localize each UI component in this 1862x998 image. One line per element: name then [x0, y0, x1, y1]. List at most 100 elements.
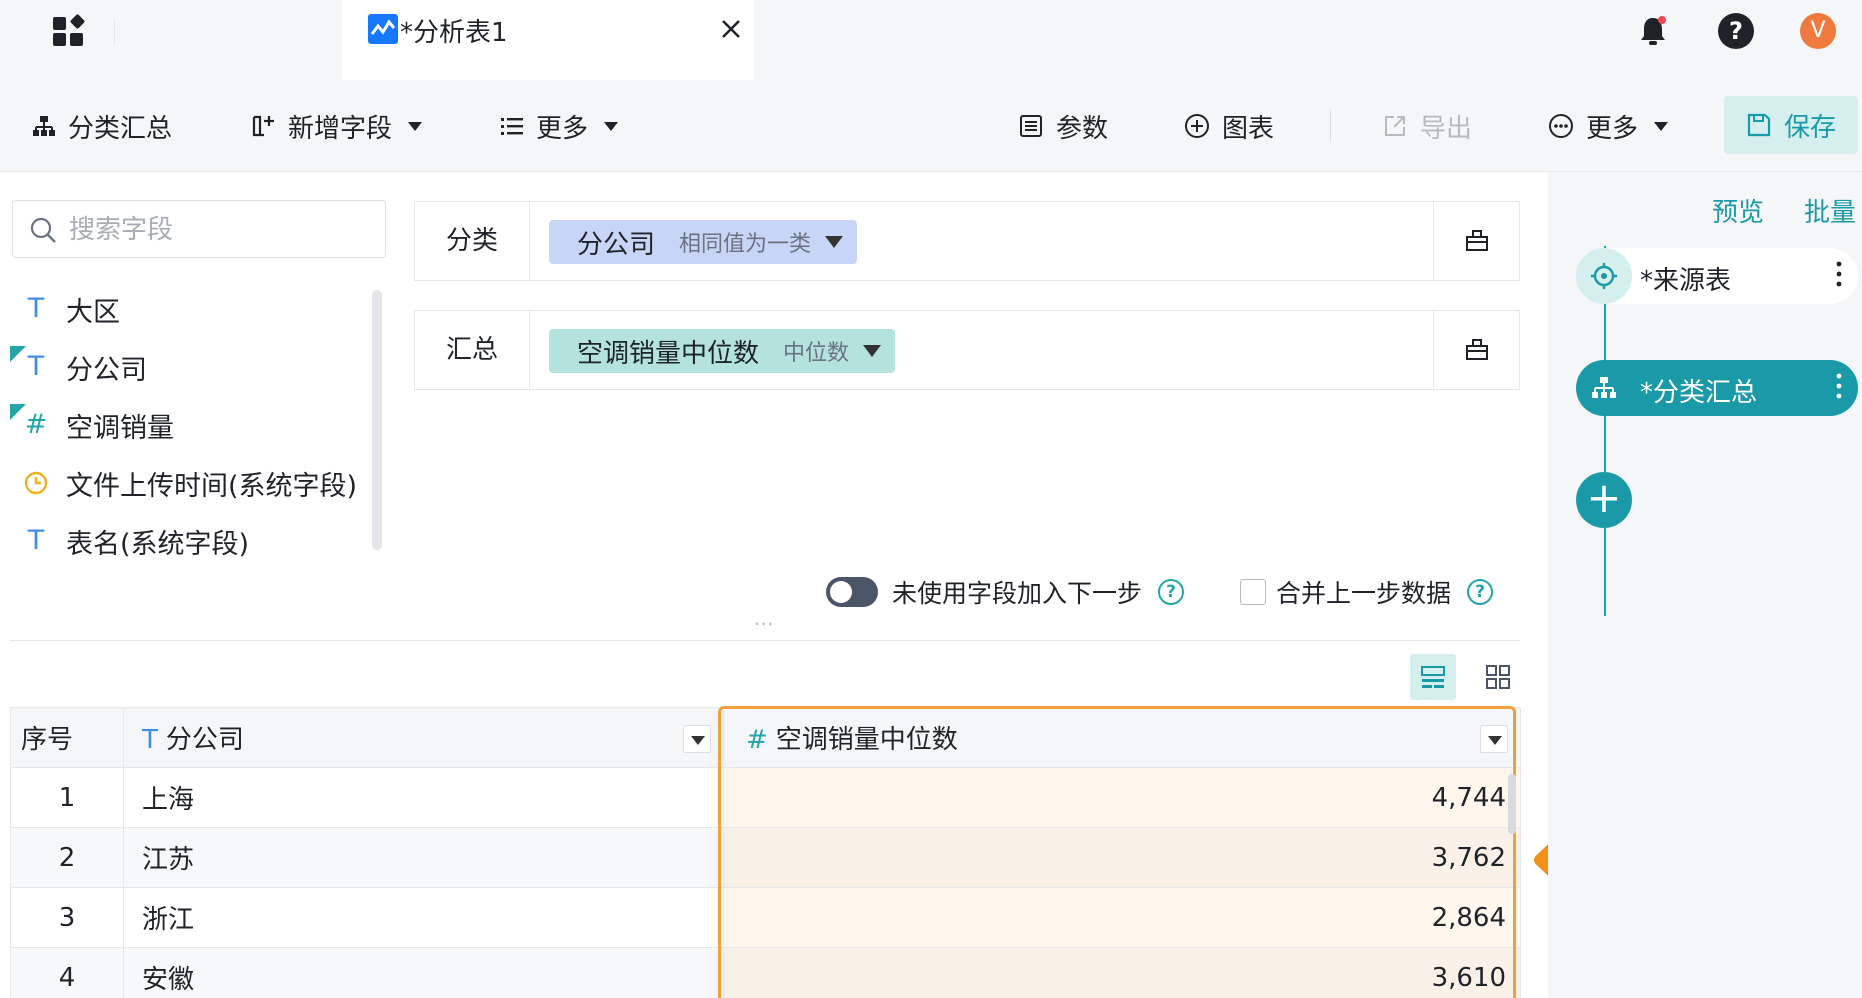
export-icon — [1385, 116, 1405, 136]
help-icon[interactable]: ? — [1467, 579, 1494, 605]
chart-label: 图表 — [1222, 113, 1275, 144]
help-icon[interactable]: ? — [1718, 13, 1754, 49]
category-chip-mode: 相同值为一类 — [679, 232, 812, 257]
field-label: 分公司 — [66, 354, 147, 386]
number-type-icon: # — [24, 409, 48, 440]
table-row[interactable]: 4 安徽 3,610 — [10, 947, 1521, 998]
eraser-icon — [1466, 339, 1488, 360]
header-index: 序号 — [10, 707, 124, 768]
chevron-down-icon — [604, 121, 619, 131]
field-item-table-name[interactable]: T 表名(系统字段) — [0, 516, 370, 566]
chevron-down-icon — [1654, 121, 1669, 131]
preview-link[interactable]: 预览 — [1712, 192, 1764, 229]
chevron-down-icon — [408, 121, 423, 131]
export-button[interactable]: 导出 — [1382, 80, 1472, 172]
field-label: 大区 — [66, 296, 120, 328]
avatar[interactable]: V — [1800, 13, 1836, 49]
analysis-sheet-icon — [368, 14, 398, 44]
help-icon[interactable]: ? — [1158, 579, 1185, 605]
field-item-region[interactable]: T 大区 — [0, 284, 370, 334]
more-menu-right[interactable]: 更多 — [1548, 80, 1669, 172]
unused-fields-toggle[interactable] — [826, 577, 878, 607]
batch-link[interactable]: 批量 — [1804, 192, 1856, 229]
field-item-branch[interactable]: T 分公司 — [0, 342, 370, 392]
row-index: 4 — [10, 947, 124, 998]
category-label: 分类 — [415, 202, 530, 280]
median-cell: 4,744 — [723, 767, 1521, 828]
field-item-upload-time[interactable]: 文件上传时间(系统字段) — [0, 458, 370, 508]
add-step-button[interactable]: + — [1576, 472, 1632, 528]
save-icon — [1747, 113, 1771, 137]
options-row: 未使用字段加入下一步 ? 合并上一步数据 ? — [826, 572, 1494, 612]
group-summary-button[interactable]: 分类汇总 — [32, 80, 172, 172]
text-type-icon: T — [27, 351, 45, 382]
params-label: 参数 — [1056, 113, 1109, 144]
save-label: 保存 — [1783, 112, 1836, 143]
row-index: 1 — [10, 767, 124, 828]
params-icon — [1020, 115, 1042, 137]
grid-view-button[interactable] — [1476, 654, 1520, 700]
toggle-knob — [830, 581, 852, 603]
step-source-table[interactable]: *来源表 — [1576, 248, 1858, 304]
more-left-label: 更多 — [536, 113, 589, 144]
merge-label: 合并上一步数据 — [1276, 579, 1452, 608]
column-menu-dropdown[interactable] — [683, 725, 711, 753]
hierarchy-icon — [33, 116, 55, 136]
median-cell: 3,610 — [723, 947, 1521, 998]
category-chip[interactable]: 分公司 相同值为一类 — [549, 220, 858, 264]
step-group-summary[interactable]: *分类汇总 — [1576, 360, 1858, 416]
close-icon[interactable] — [720, 18, 742, 40]
summary-chip-label: 空调销量中位数 — [577, 338, 760, 369]
search-input[interactable] — [69, 213, 369, 247]
chart-button[interactable]: 图表 — [1184, 80, 1274, 172]
apps-grid-icon[interactable] — [50, 14, 86, 50]
list-icon — [501, 118, 523, 135]
merge-checkbox[interactable] — [1240, 579, 1267, 605]
table-row[interactable]: 2 江苏 3,762 — [10, 827, 1521, 888]
save-button[interactable]: 保存 — [1724, 96, 1858, 154]
field-panel: T 大区 T 分公司 # 空调销量 文件上传时间(系统字段) T 表名(系统字段… — [0, 172, 400, 642]
header-median[interactable]: # 空调销量中位数 — [723, 707, 1521, 768]
branch-cell: 安徽 — [123, 947, 724, 998]
params-button[interactable]: 参数 — [1018, 80, 1108, 172]
table-scrollbar[interactable] — [1508, 774, 1516, 834]
column-menu-dropdown[interactable] — [1480, 725, 1508, 753]
category-clear-button[interactable] — [1433, 202, 1519, 280]
category-chip-label: 分公司 — [577, 229, 656, 260]
unused-fields-label: 未使用字段加入下一步 — [892, 579, 1143, 608]
result-table: 序号 T 分公司 # 空调销量中位数 1 上海 4,744 2 江苏 3,762 3… — [10, 707, 1521, 998]
chevron-down-icon[interactable] — [863, 345, 882, 357]
add-field-label: 新增字段 — [288, 113, 393, 144]
steps-panel: 预览 批量 *来源表 *分类汇总 + — [1548, 172, 1862, 998]
table-row[interactable]: 1 上海 4,744 — [10, 767, 1521, 828]
summary-row: 汇总 空调销量中位数 中位数 — [414, 310, 1520, 390]
resize-handle-icon[interactable]: ··· — [754, 614, 774, 635]
add-column-icon — [252, 115, 274, 137]
eraser-icon — [1466, 230, 1488, 251]
row-index: 3 — [10, 887, 124, 948]
search-field[interactable] — [12, 200, 386, 258]
table-row[interactable]: 3 浙江 2,864 — [10, 887, 1521, 948]
field-panel-scrollbar[interactable] — [372, 290, 382, 550]
tab-analysis-sheet[interactable]: *分析表1 — [342, 0, 754, 80]
branch-cell: 上海 — [123, 767, 724, 828]
text-type-icon: T — [27, 525, 45, 556]
tab-title: *分析表1 — [400, 18, 508, 48]
more-right-label: 更多 — [1586, 113, 1639, 144]
summary-label: 汇总 — [415, 311, 530, 389]
panel-divider — [10, 640, 1520, 641]
add-field-button[interactable]: 新增字段 — [250, 80, 423, 172]
notification-bell-icon[interactable] — [1636, 14, 1670, 48]
group-summary-label: 分类汇总 — [68, 113, 173, 144]
more-vertical-icon[interactable] — [1836, 260, 1842, 288]
list-view-button[interactable] — [1410, 654, 1456, 700]
summary-chip[interactable]: 空调销量中位数 中位数 — [549, 329, 896, 373]
more-menu-left[interactable]: 更多 — [500, 80, 619, 172]
summary-clear-button[interactable] — [1433, 311, 1519, 389]
export-label: 导出 — [1420, 113, 1473, 144]
header-branch[interactable]: T 分公司 — [123, 707, 724, 768]
field-item-ac-sales[interactable]: # 空调销量 — [0, 400, 370, 450]
chevron-down-icon[interactable] — [825, 236, 844, 248]
field-label: 表名(系统字段) — [66, 528, 250, 560]
more-vertical-icon[interactable] — [1836, 372, 1842, 400]
